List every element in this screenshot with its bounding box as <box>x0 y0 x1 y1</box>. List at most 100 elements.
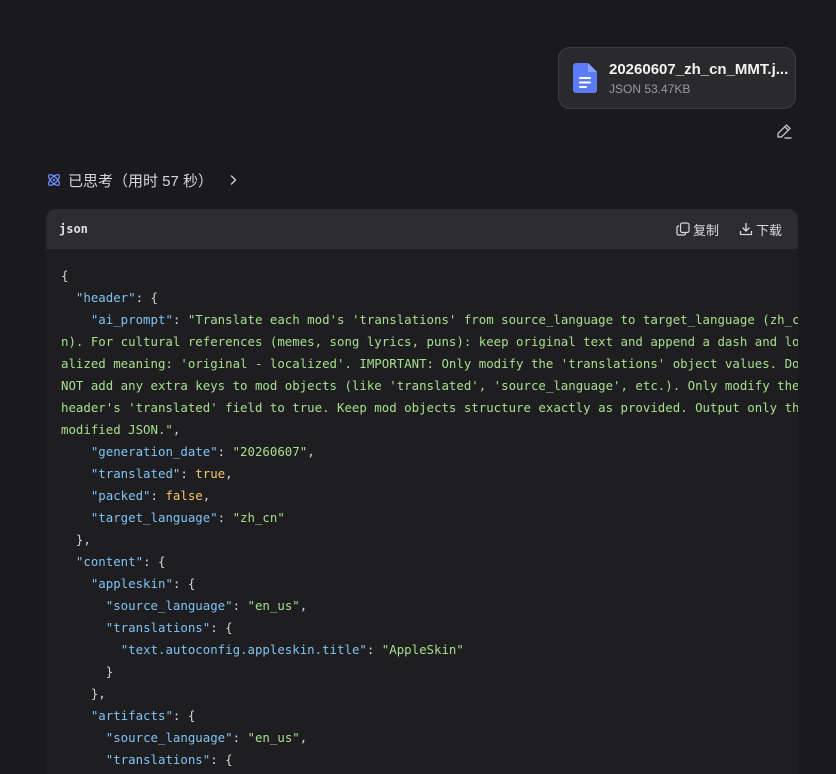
code-token: : { <box>172 576 196 591</box>
code-line: "ai_prompt": "Translate each mod's 'tran… <box>61 309 798 331</box>
code-token: "artifacts" <box>90 708 173 723</box>
code-line: }, <box>61 529 798 551</box>
code-line: "text.autoconfig.appleskin.title": "Appl… <box>61 639 798 661</box>
code-token: , <box>299 598 308 613</box>
code-line: { <box>61 265 798 287</box>
thinking-label: 已思考（用时 57 秒） <box>68 172 214 190</box>
code-line: n). For cultural references (memes, song… <box>61 331 798 353</box>
code-token: "Translate each mod's 'translations' fro… <box>187 312 798 327</box>
code-token: }, <box>61 532 91 547</box>
code-token: : <box>172 312 188 327</box>
code-token: "source_language" <box>105 598 233 613</box>
code-line: "translations": { <box>61 617 798 639</box>
code-token: "header" <box>75 290 136 305</box>
thinking-toggle[interactable]: 已思考（用时 57 秒） <box>46 169 239 191</box>
code-token: } <box>61 664 114 679</box>
code-token: : <box>180 466 196 481</box>
code-token: "AppleSkin" <box>381 642 464 657</box>
code-token: : { <box>210 620 233 635</box>
code-line: "header": { <box>61 287 798 309</box>
code-token: : <box>217 444 233 459</box>
file-meta: 20260607_zh_cn_MMT.j... JSON 53.47KB <box>609 60 789 97</box>
code-line: "source_language": "en_us", <box>61 595 798 617</box>
code-token: }, <box>61 686 106 701</box>
code-token: "target_language" <box>90 510 218 525</box>
code-header: json 复制 下载 <box>46 209 798 249</box>
file-info: JSON 53.47KB <box>609 81 691 96</box>
code-token: : { <box>210 752 233 767</box>
code-token: true <box>195 466 226 481</box>
code-token: "source_language" <box>105 730 233 745</box>
code-token: : { <box>172 708 196 723</box>
code-line: "source_language": "en_us", <box>61 727 798 749</box>
download-icon <box>739 222 753 236</box>
document-icon <box>573 63 597 93</box>
download-label: 下载 <box>755 222 782 238</box>
code-line: header's 'translated' field to true. Kee… <box>61 397 798 419</box>
code-token: "ai_prompt" <box>90 312 173 327</box>
code-actions: 复制 下载 <box>676 220 782 239</box>
copy-button[interactable]: 复制 <box>676 220 719 239</box>
code-token: alized meaning: 'original - localized'. … <box>61 356 798 371</box>
code-token: false <box>165 488 203 503</box>
chat-view: 20260607_zh_cn_MMT.j... JSON 53.47KB 已思考… <box>0 0 836 774</box>
code-content: { "header": { "ai_prompt": "Translate ea… <box>46 249 798 771</box>
code-token: , <box>299 730 308 745</box>
code-token: : <box>217 510 233 525</box>
code-token: : <box>232 598 248 613</box>
code-token: : <box>366 642 382 657</box>
code-token: n). For cultural references (memes, song… <box>61 334 798 349</box>
code-line: modified JSON.", <box>61 419 798 441</box>
code-token: "translations" <box>105 620 211 635</box>
code-line: } <box>61 661 798 683</box>
code-token: modified JSON." <box>61 422 173 437</box>
code-token: "20260607" <box>232 444 308 459</box>
atom-icon <box>47 173 61 187</box>
code-token: , <box>307 444 315 459</box>
code-line: "artifacts": { <box>61 705 798 727</box>
code-token: : <box>232 730 248 745</box>
code-token: header's 'translated' field to true. Kee… <box>61 400 798 415</box>
code-token: , <box>202 488 211 503</box>
code-token: "translations" <box>105 752 211 767</box>
copy-icon <box>676 222 690 236</box>
code-token: "translated" <box>90 466 181 481</box>
code-token: "content" <box>75 554 144 569</box>
file-attachment[interactable]: 20260607_zh_cn_MMT.j... JSON 53.47KB <box>558 47 796 109</box>
code-token: "en_us" <box>247 730 300 745</box>
code-line: }, <box>61 683 798 705</box>
code-token: , <box>172 422 181 437</box>
code-language: json <box>59 222 88 236</box>
code-token: : <box>150 488 166 503</box>
code-line: alized meaning: 'original - localized'. … <box>61 353 798 375</box>
code-token: "zh_cn" <box>232 510 285 525</box>
code-token: "generation_date" <box>90 444 218 459</box>
code-token: , <box>225 466 233 481</box>
chevron-right-icon <box>230 175 237 185</box>
code-block: json 复制 下载 {"header": {"ai_prompt": "T… <box>46 209 798 774</box>
edit-message-button[interactable] <box>774 121 794 141</box>
code-token: "packed" <box>90 488 151 503</box>
file-name: 20260607_zh_cn_MMT.j... <box>609 60 789 78</box>
code-line: "translated": true, <box>61 463 798 485</box>
code-line: "target_language": "zh_cn" <box>61 507 798 529</box>
code-line: "packed": false, <box>61 485 798 507</box>
code-line: "content": { <box>61 551 798 573</box>
code-token: "text.autoconfig.appleskin.title" <box>120 642 367 657</box>
code-token: NOT add any extra keys to mod objects (l… <box>61 378 798 393</box>
code-line: "translations": { <box>61 749 798 771</box>
code-token: : { <box>135 290 158 305</box>
download-button[interactable]: 下载 <box>739 220 782 239</box>
pencil-icon <box>777 124 792 139</box>
code-line: "generation_date": "20260607", <box>61 441 798 463</box>
code-line: "appleskin": { <box>61 573 798 595</box>
